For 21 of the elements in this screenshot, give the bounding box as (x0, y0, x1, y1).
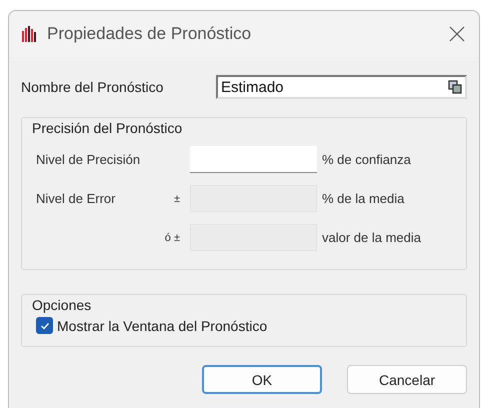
field-label: Nivel de Precisión (35, 152, 142, 167)
windows-icon[interactable] (448, 80, 462, 94)
group-title: Precisión del Pronóstico (32, 120, 184, 136)
window-title: Propiedades de Pronóstico (47, 24, 252, 44)
plus-minus-sign: ± (172, 192, 181, 204)
plus-minus-sign: ó ± (164, 232, 181, 244)
close-icon[interactable] (449, 26, 465, 42)
check-icon (40, 320, 50, 330)
checkbox[interactable] (36, 317, 53, 334)
field-label: Nivel de Error (35, 191, 116, 206)
unit-label: % de confianza (322, 152, 411, 167)
field-label: Nombre del Pronóstico (21, 79, 164, 95)
unit-label: valor de la media (322, 230, 421, 245)
input-field[interactable] (190, 146, 317, 173)
group-title: Opciones (32, 297, 92, 313)
cancel-button[interactable]: Cancelar (347, 365, 467, 394)
checkbox-label: Mostrar la Ventana del Pronóstico (57, 318, 268, 334)
unit-label: % de la media (322, 191, 404, 206)
bar-chart-icon (21, 25, 39, 43)
name-field[interactable]: Estimado (216, 75, 467, 99)
ok-button[interactable]: OK (202, 365, 322, 394)
